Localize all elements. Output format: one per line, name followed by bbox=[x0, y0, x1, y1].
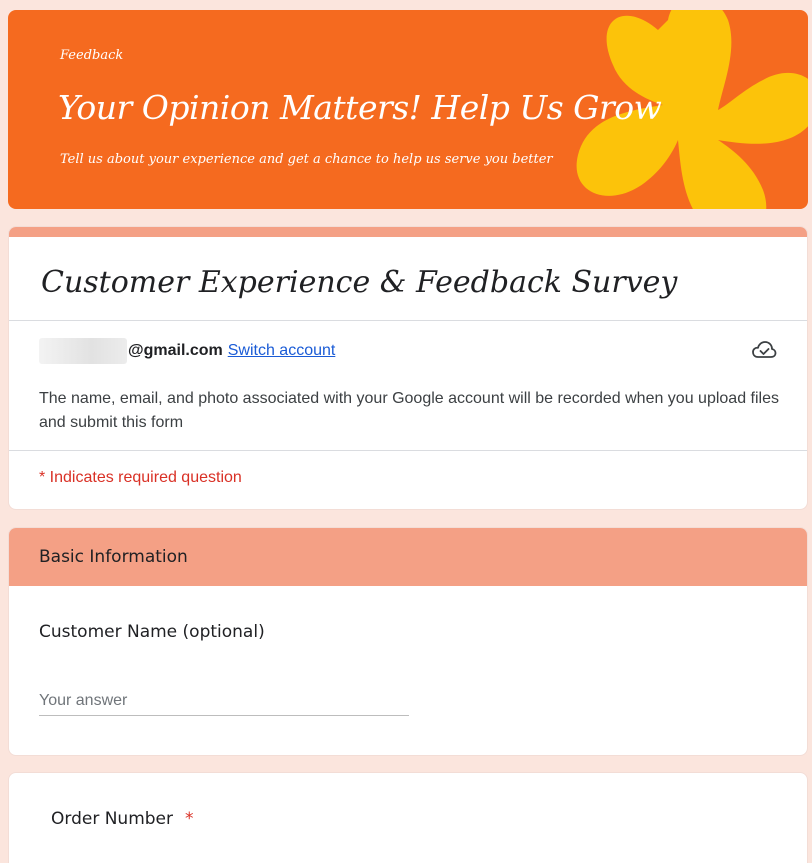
switch-account-link[interactable]: Switch account bbox=[228, 342, 336, 360]
cloud-check-icon[interactable] bbox=[751, 339, 777, 366]
order-number-label: Order Number bbox=[51, 809, 174, 829]
form-page: Feedback Your Opinion Matters! Help Us G… bbox=[0, 0, 812, 863]
customer-name-question: Customer Name (optional) bbox=[39, 622, 265, 642]
basic-info-section: Basic Information Customer Name (optiona… bbox=[8, 527, 808, 756]
customer-name-input[interactable] bbox=[39, 686, 409, 716]
banner-title: Your Opinion Matters! Help Us Grow bbox=[58, 88, 662, 127]
divider bbox=[9, 320, 807, 321]
form-title: Customer Experience & Feedback Survey bbox=[41, 265, 678, 300]
required-note: * Indicates required question bbox=[39, 469, 242, 486]
privacy-notice: The name, email, and photo associated wi… bbox=[39, 390, 779, 431]
order-number-card: Order Number * bbox=[8, 772, 808, 863]
required-marker: * bbox=[185, 809, 194, 829]
header-banner: Feedback Your Opinion Matters! Help Us G… bbox=[8, 10, 808, 209]
account-row: @gmail.com Switch account bbox=[39, 338, 783, 366]
section-header: Basic Information bbox=[9, 528, 807, 586]
banner-subtitle: Tell us about your experience and get a … bbox=[60, 152, 553, 167]
account-email: @gmail.com bbox=[128, 342, 223, 359]
banner-small-label: Feedback bbox=[60, 48, 124, 63]
accent-strip bbox=[9, 227, 807, 237]
form-title-card: Customer Experience & Feedback Survey @g… bbox=[8, 226, 808, 510]
divider bbox=[9, 450, 807, 451]
redacted-username bbox=[39, 338, 127, 364]
order-number-question: Order Number * bbox=[51, 809, 194, 829]
